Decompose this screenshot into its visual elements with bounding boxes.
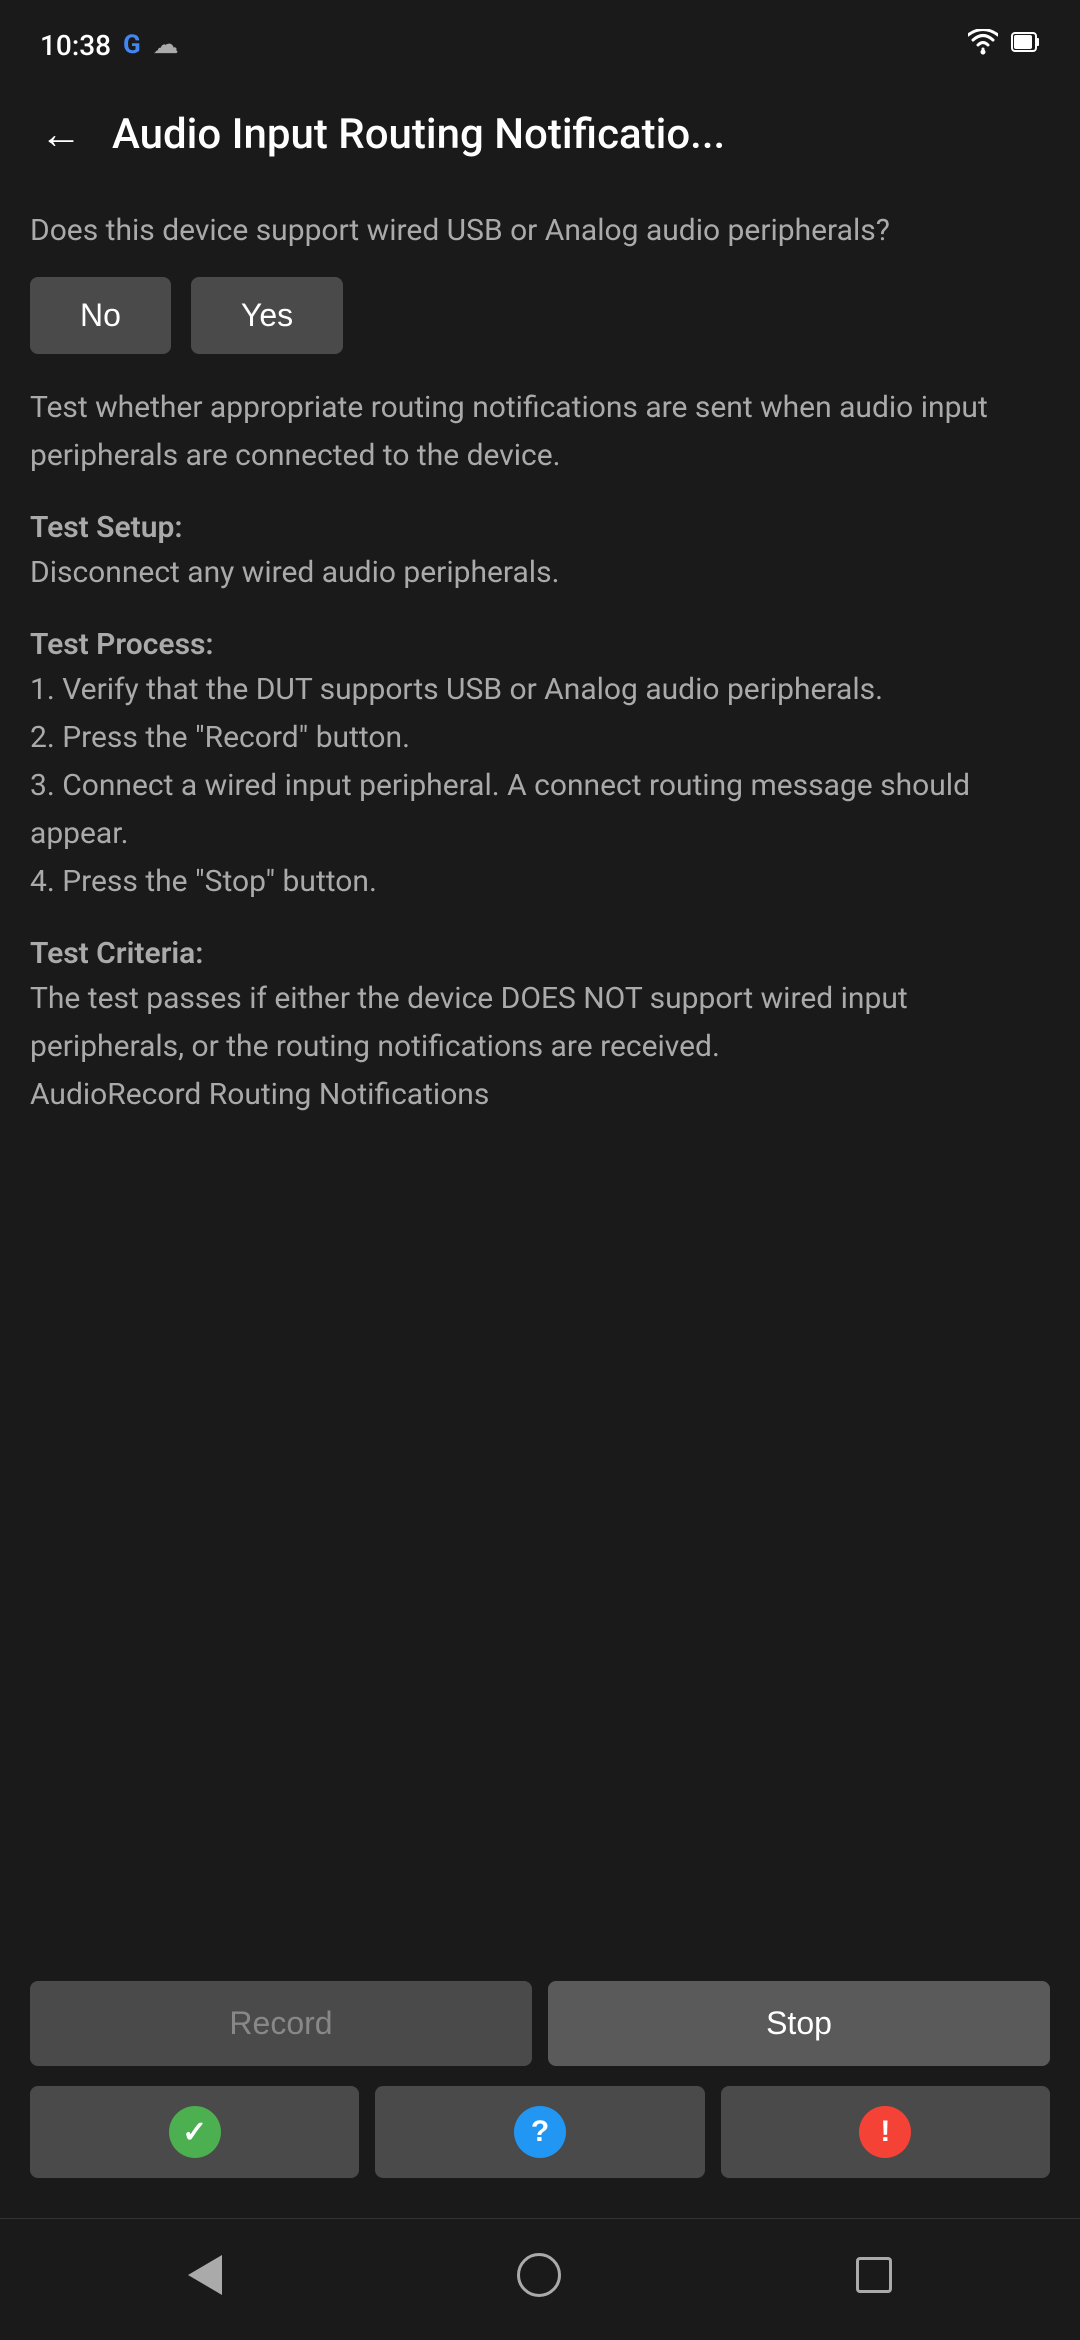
google-icon: G <box>123 30 141 60</box>
page-title: Audio Input Routing Notificatio... <box>112 110 1050 159</box>
question-icon: ? <box>514 2106 566 2158</box>
test-criteria-text: The test passes if either the device DOE… <box>30 975 1050 1071</box>
fail-icon: ! <box>859 2106 911 2158</box>
result-buttons: ✓ ? ! <box>30 2086 1050 2178</box>
test-process-steps: 1. Verify that the DUT supports USB or A… <box>30 666 1050 906</box>
test-setup-text: Disconnect any wired audio peripherals. <box>30 549 1050 597</box>
stop-button[interactable]: Stop <box>548 1981 1050 2066</box>
action-buttons: Record Stop <box>30 1981 1050 2066</box>
status-bar: 10:38 G ☁ <box>0 0 1080 80</box>
yes-button[interactable]: Yes <box>191 277 343 354</box>
nav-home-button[interactable] <box>487 2243 591 2316</box>
battery-icon <box>1010 29 1040 62</box>
question-button[interactable]: ? <box>375 2086 704 2178</box>
step-1: 1. Verify that the DUT supports USB or A… <box>30 666 1050 714</box>
test-setup-label: Test Setup: <box>30 510 1050 545</box>
pass-icon: ✓ <box>169 2106 221 2158</box>
wifi-icon <box>968 29 998 62</box>
step-2: 2. Press the "Record" button. <box>30 714 1050 762</box>
cloud-icon: ☁ <box>153 30 179 60</box>
time-display: 10:38 <box>40 29 111 62</box>
yes-no-buttons: No Yes <box>30 277 1050 354</box>
back-button[interactable]: ← <box>30 100 92 168</box>
nav-recent-icon <box>856 2257 892 2293</box>
step-4: 4. Press the "Stop" button. <box>30 858 1050 906</box>
nav-recent-button[interactable] <box>826 2247 922 2312</box>
nav-home-icon <box>517 2253 561 2297</box>
status-left: 10:38 G ☁ <box>40 29 179 62</box>
test-process-label: Test Process: <box>30 627 1050 662</box>
main-content: Does this device support wired USB or An… <box>0 188 1080 1961</box>
nav-bar <box>0 2218 1080 2340</box>
test-criteria-label: Test Criteria: <box>30 936 1050 971</box>
record-button[interactable]: Record <box>30 1981 532 2066</box>
test-criteria-content: The test passes if either the device DOE… <box>30 975 1050 1119</box>
step-3: 3. Connect a wired input peripheral. A c… <box>30 762 1050 858</box>
page-header: ← Audio Input Routing Notificatio... <box>0 80 1080 188</box>
question-text: Does this device support wired USB or An… <box>30 208 1050 253</box>
no-button[interactable]: No <box>30 277 171 354</box>
fail-button[interactable]: ! <box>721 2086 1050 2178</box>
test-criteria-footer: AudioRecord Routing Notifications <box>30 1071 1050 1119</box>
nav-back-icon <box>188 2255 222 2295</box>
pass-button[interactable]: ✓ <box>30 2086 359 2178</box>
bottom-section: Record Stop ✓ ? ! <box>0 1961 1080 2218</box>
nav-back-button[interactable] <box>158 2245 252 2314</box>
description-text: Test whether appropriate routing notific… <box>30 384 1050 480</box>
status-right <box>968 29 1040 62</box>
